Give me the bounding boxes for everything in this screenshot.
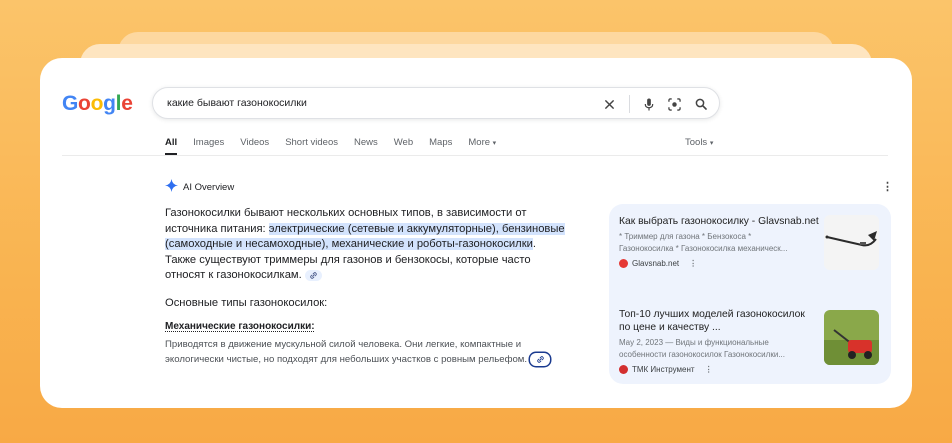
types-subheading: Основные типы газонокосилок: [165,297,328,309]
source-snippet: * Триммер для газона * Бензокоса * [619,232,752,241]
section-text: Приводятся в движение мускульной силой ч… [165,338,565,367]
link-icon[interactable] [530,352,551,366]
logo-letter: o [78,92,91,115]
tab-more[interactable]: More ▾ [468,137,496,148]
tools-label: Tools [685,137,708,148]
logo-letter: o [90,92,104,115]
search-divider [629,95,630,113]
source-options-icon[interactable]: ⋮ [689,259,697,268]
lens-camera-icon[interactable] [668,97,681,111]
logo-letter: e [121,92,133,115]
tools-button[interactable]: Tools ▾ [685,137,713,148]
source-site: ТМК Инструмент [632,365,695,374]
site-favicon-icon [619,365,628,374]
search-icon[interactable] [695,98,707,110]
logo-letter: g [103,92,116,115]
site-favicon-icon [619,259,628,268]
lawnmower-thumbnail[interactable] [824,310,879,365]
search-tabs: All Images Videos Short videos News Web … [165,137,496,155]
source-card[interactable]: Как выбрать газонокосилку - Glavsnab.net… [619,215,889,270]
link-icon[interactable] [304,269,322,281]
section-title[interactable]: Механические газонокосилки: [165,321,315,332]
source-snippet: особенности газонокосилок Газонокосилки.… [619,349,785,359]
source-title[interactable]: Топ-10 лучших моделей газонокосилок по ц… [619,308,819,334]
ai-overview-text: Газонокосилки бывают нескольких основных… [165,206,565,284]
source-site: Glavsnab.net [632,259,680,268]
trimmer-thumbnail[interactable] [824,215,879,270]
logo-letter: G [62,92,79,115]
source-snippet: Газонокосилка * Газонокосилка механическ… [619,243,788,253]
ai-overview-header: AI Overview [165,179,234,195]
source-snippet: May 2, 2023 — Виды и функциональные [619,338,769,347]
header-divider [62,155,888,156]
source-card[interactable]: Топ-10 лучших моделей газонокосилок по ц… [619,308,889,374]
clear-icon[interactable] [604,99,615,110]
search-box[interactable]: какие бывают газонокосилки [152,87,720,119]
chevron-down-icon: ▾ [492,140,497,147]
source-options-icon[interactable]: ⋮ [705,365,713,374]
search-results-card: Google какие бывают газонокосилки All Im… [40,58,912,408]
tab-maps[interactable]: Maps [429,137,452,148]
tab-images[interactable]: Images [193,137,224,148]
tab-web[interactable]: Web [394,137,413,148]
source-title[interactable]: Как выбрать газонокосилку - Glavsnab.net [619,215,819,228]
microphone-icon[interactable] [644,97,654,111]
tab-short-videos[interactable]: Short videos [285,137,338,148]
google-logo[interactable]: Google [62,92,133,116]
section-text-content: Приводятся в движение мускульной силой ч… [165,339,528,365]
tab-all[interactable]: All [165,137,178,155]
chevron-down-icon: ▾ [709,140,714,147]
tab-more-label: More [468,137,491,148]
tab-news[interactable]: News [354,137,378,148]
ai-overview-label: AI Overview [183,181,235,193]
gemini-sparkle-icon [165,179,178,195]
search-input[interactable]: какие бывают газонокосилки [167,97,307,109]
tab-videos[interactable]: Videos [240,137,269,148]
more-options-icon[interactable]: ⋮ [882,180,893,193]
sources-panel: Как выбрать газонокосилку - Glavsnab.net… [609,204,891,384]
